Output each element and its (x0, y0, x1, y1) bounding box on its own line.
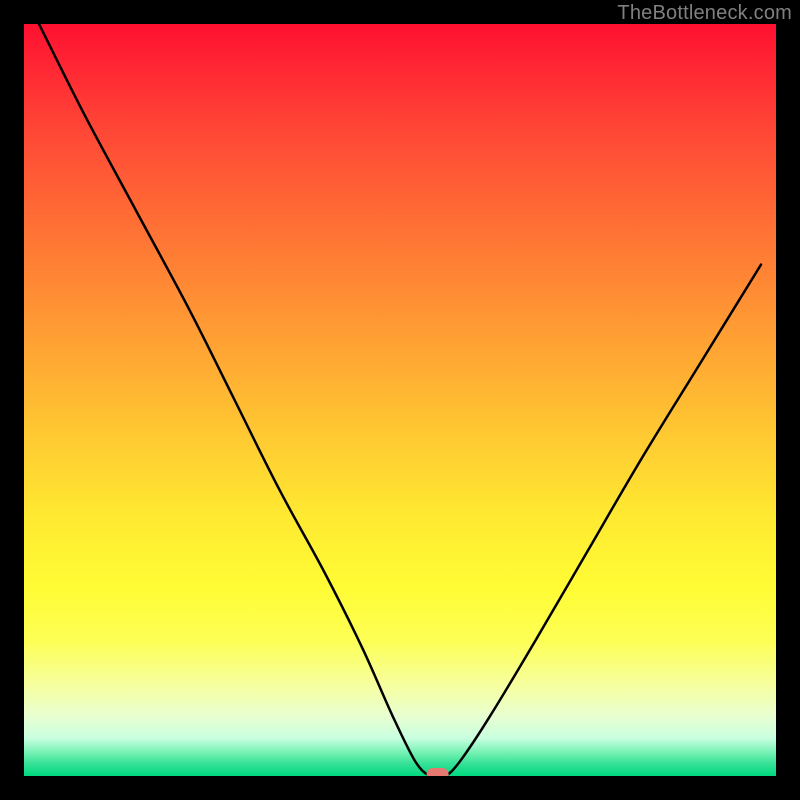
optimal-point-marker (427, 768, 449, 776)
plot-area (24, 24, 776, 776)
watermark-text: TheBottleneck.com (617, 2, 792, 25)
bottleneck-curve-path (39, 24, 761, 776)
curve-layer (24, 24, 776, 776)
bottleneck-chart: TheBottleneck.com (0, 0, 800, 800)
